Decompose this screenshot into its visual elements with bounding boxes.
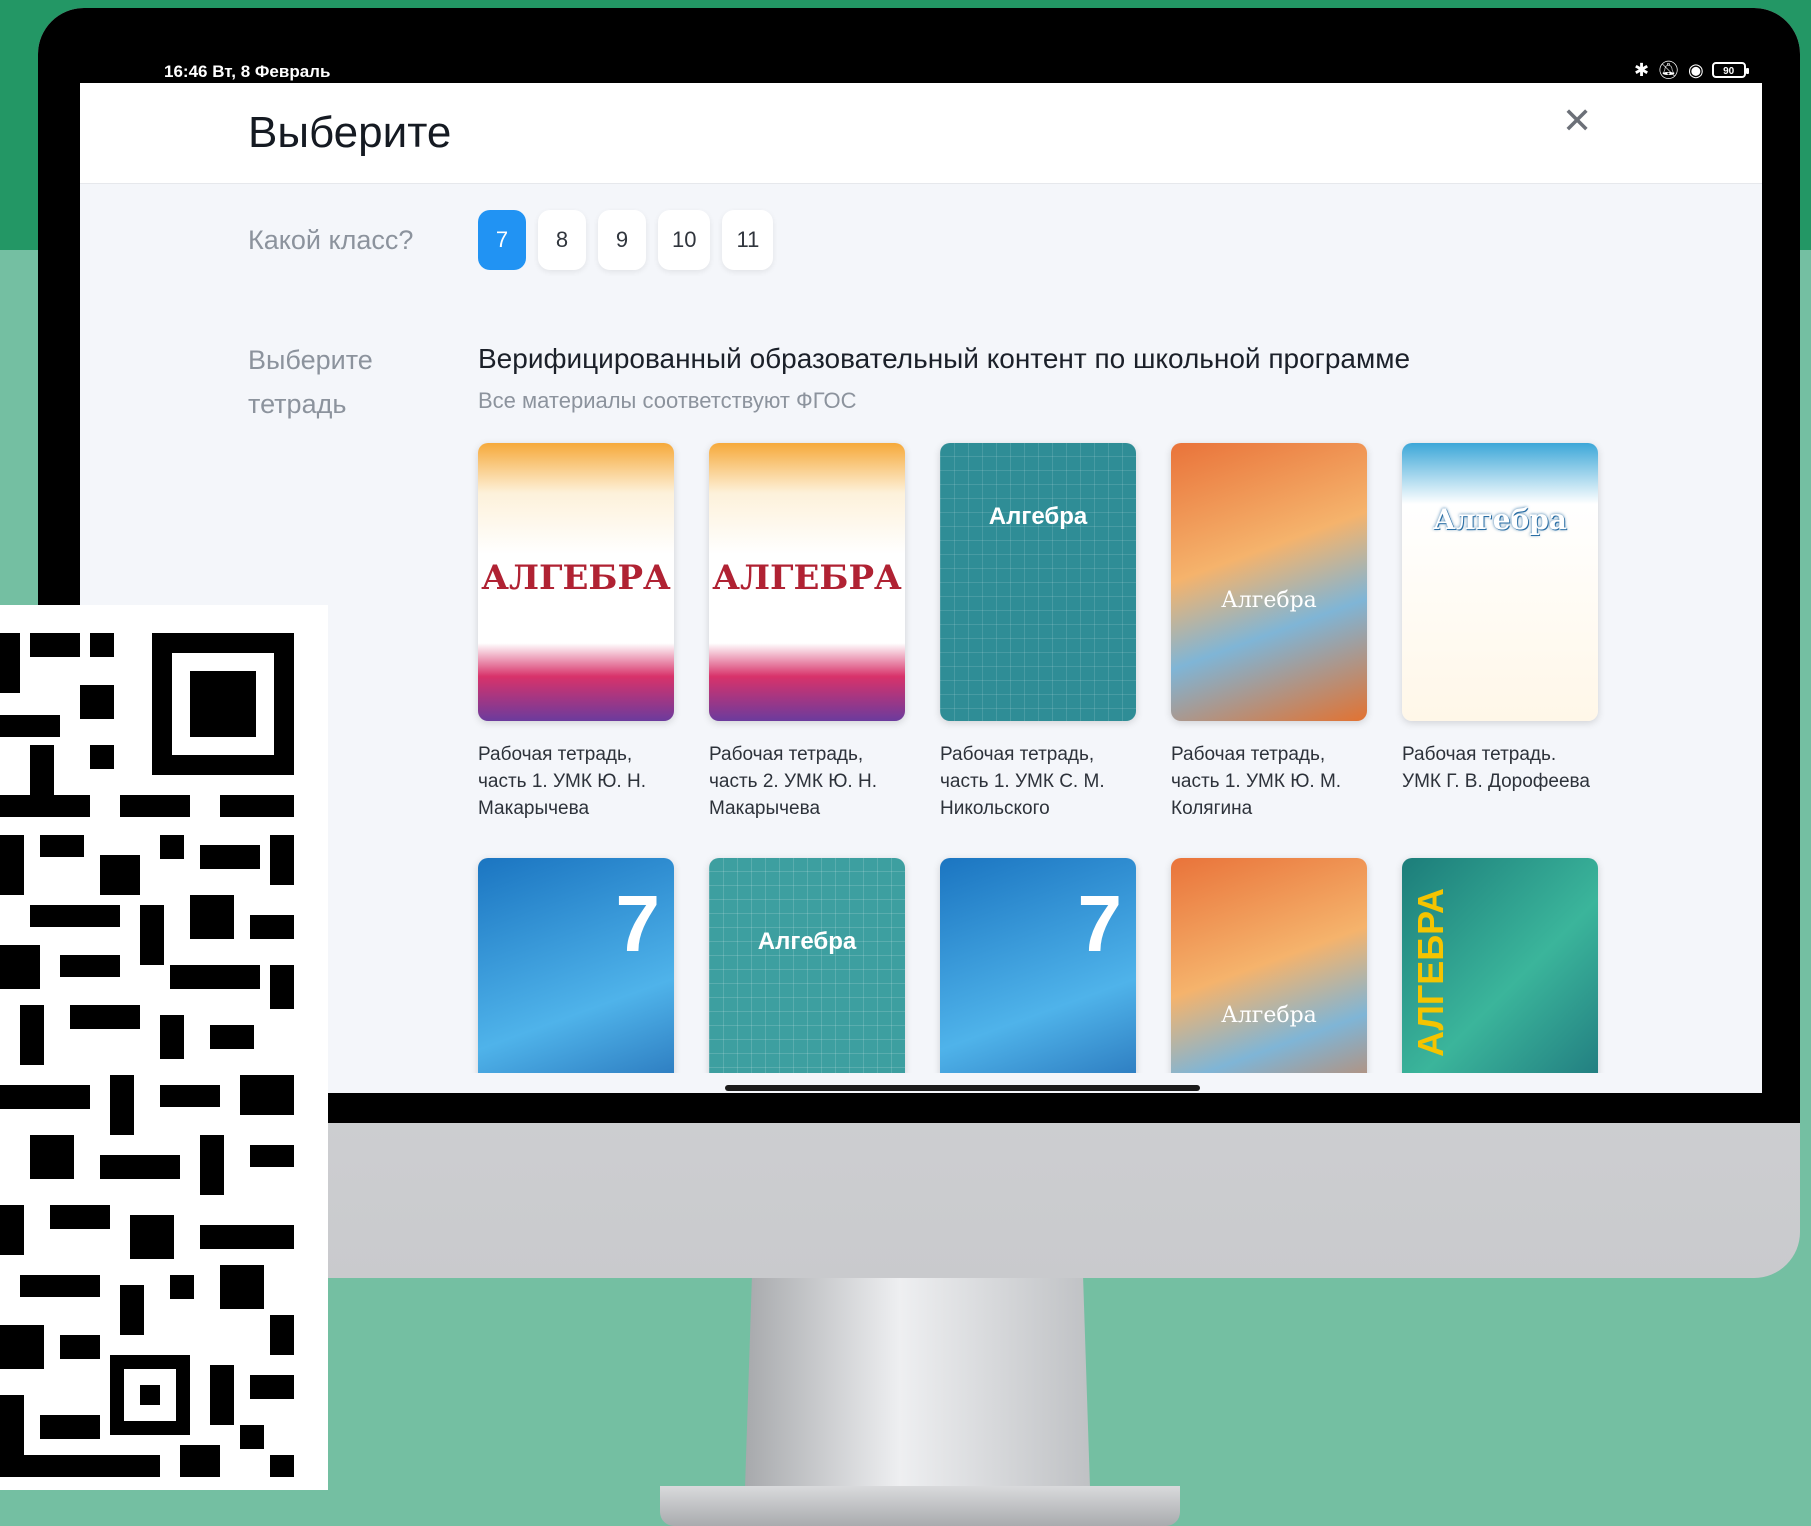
notebook-title: Рабочая тетрадь, часть 1. УМК Ю. Н. Мака… [478, 744, 646, 819]
notebook-card[interactable]: Алгебра Рабочая тетрадь. УМК Г. В. Дороф… [1402, 443, 1598, 795]
dialog-header: Выберите ✕ [80, 83, 1762, 184]
close-icon[interactable]: ✕ [1562, 101, 1592, 141]
cover-title: Алгебра [1221, 1003, 1317, 1028]
notebook-cover: Алгебра [1171, 858, 1367, 1093]
bluetooth-icon: ✱ [1634, 60, 1650, 80]
notebook-cover: Алгебра [940, 443, 1136, 721]
grade-option-8[interactable]: 8 [538, 210, 586, 270]
page-title: Выберите [248, 108, 452, 157]
notebook-card[interactable]: 7 [478, 858, 674, 1093]
monitor-stand [745, 1278, 1090, 1488]
section-subtitle: Все материалы соответствуют ФГОС [478, 388, 857, 413]
screen: Выберите ✕ Какой класс? 7 8 9 10 11 Выбе… [80, 83, 1762, 1093]
mute-icon: 🔕︎ [1657, 60, 1680, 80]
status-icons: ✱ 🔕︎ ◉ 90 [1634, 60, 1749, 80]
notebook-card[interactable]: АЛГЕБРА Рабочая тетрадь, часть 1. УМК Ю.… [478, 443, 674, 822]
monitor-stand-base [660, 1486, 1180, 1526]
notebook-card[interactable]: Алгебра Рабочая тетрадь, часть 1. УМК С.… [940, 443, 1136, 822]
cover-title: АЛГЕБРА [481, 558, 671, 598]
grade-selector: 7 8 9 10 11 [478, 210, 774, 270]
grade-option-10[interactable]: 10 [658, 210, 711, 270]
notebook-title: Рабочая тетрадь, часть 1. УМК Ю. М. Коля… [1171, 744, 1342, 819]
battery-icon: 90 [1711, 62, 1749, 78]
cover-title: Алгебра [757, 928, 857, 955]
notebook-cover: Алгебра [1402, 443, 1598, 721]
notebook-card[interactable]: 7 [940, 858, 1136, 1093]
notebook-card[interactable]: Алгебра Рабочая тетрадь, часть 1. УМК Ю.… [1171, 443, 1367, 822]
notebook-cover: АЛГЕБРА [1402, 858, 1598, 1093]
section-title: Верифицированный образовательный контент… [478, 343, 1411, 374]
notebook-cover: 7 [478, 858, 674, 1093]
notebook-title: Рабочая тетрадь, часть 2. УМК Ю. Н. Мака… [709, 744, 877, 819]
cover-title: АЛГЕБРА [1410, 888, 1451, 1057]
notebook-card[interactable]: Алгебра [1171, 858, 1367, 1093]
status-time: 16:46 Вт, 8 Февраль [164, 62, 331, 81]
notebook-cover: Алгебра [1171, 443, 1367, 721]
grade-option-9[interactable]: 9 [598, 210, 646, 270]
cover-title: 7 [1077, 879, 1123, 968]
notebook-label: Выберите тетрадь [248, 345, 373, 419]
cover-title: Алгебра [988, 503, 1088, 530]
notebook-cover: Алгебра [709, 858, 905, 1093]
notebook-title: Рабочая тетрадь, часть 1. УМК С. М. Нико… [940, 744, 1105, 819]
qr-code [0, 605, 328, 1490]
home-indicator[interactable] [725, 1085, 1200, 1091]
cover-title: 7 [615, 879, 661, 968]
cover-title: Алгебра [1433, 503, 1567, 536]
notebook-title: Рабочая тетрадь. УМК Г. В. Дорофеева [1402, 744, 1590, 792]
notebook-cover: 7 [940, 858, 1136, 1093]
grade-option-11[interactable]: 11 [722, 210, 774, 270]
qr-code-graphic [0, 633, 294, 1477]
notebook-card[interactable]: АЛГЕБРА Рабочая тетрадь, часть 2. УМК Ю.… [709, 443, 905, 822]
wifi-icon: ◉ [1687, 60, 1704, 80]
cover-title: Алгебра [1221, 588, 1317, 613]
notebook-card[interactable]: АЛГЕБРА [1402, 858, 1598, 1093]
notebook-cover: АЛГЕБРА [478, 443, 674, 721]
grade-option-7[interactable]: 7 [478, 210, 526, 270]
notebook-card[interactable]: Алгебра [709, 858, 905, 1093]
grade-label: Какой класс? [248, 225, 414, 255]
cover-title: АЛГЕБРА [712, 558, 902, 598]
notebook-cover: АЛГЕБРА [709, 443, 905, 721]
